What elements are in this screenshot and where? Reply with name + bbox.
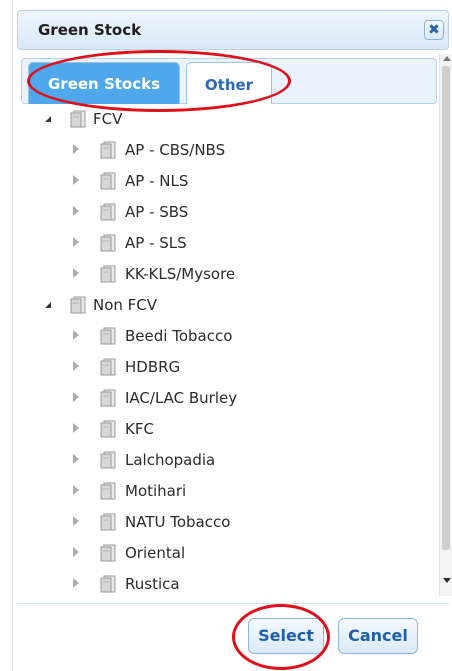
tree-node[interactable]: KK-KLS/Mysore: [33, 259, 433, 289]
cancel-button[interactable]: Cancel: [338, 618, 418, 654]
stock-tree: FCV AP - CBS/NBS AP - NLS AP - SBS AP - …: [33, 104, 437, 596]
expand-arrow-icon[interactable]: [73, 237, 79, 247]
tree-node[interactable]: Motihari: [33, 476, 433, 506]
tree-node[interactable]: AP - SLS: [33, 228, 433, 258]
expand-arrow-icon[interactable]: [73, 578, 79, 588]
tree-label: AP - SLS: [125, 234, 187, 252]
folder-icon: [99, 202, 117, 222]
folder-icon: [99, 512, 117, 532]
tab-other[interactable]: Other: [186, 62, 272, 104]
expand-arrow-icon[interactable]: [73, 485, 79, 495]
tree-node[interactable]: AP - CBS/NBS: [33, 135, 433, 165]
close-icon[interactable]: ✖: [424, 20, 444, 40]
tree-node[interactable]: Oriental: [33, 538, 433, 568]
tree-label: AP - NLS: [125, 172, 189, 190]
tree-label: Motihari: [125, 482, 187, 500]
tree-label: Rustica: [125, 575, 180, 593]
tree-label: Lalchopadia: [125, 451, 216, 469]
folder-icon: [69, 295, 87, 315]
tree-label: Beedi Tobacco: [125, 327, 233, 345]
folder-icon: [99, 450, 117, 470]
tab-green-stocks[interactable]: Green Stocks: [28, 62, 180, 104]
expand-arrow-icon[interactable]: [73, 361, 79, 371]
folder-icon: [99, 574, 117, 594]
tab-bar: Green Stocks Other: [21, 58, 437, 104]
tree-node[interactable]: Beedi Tobacco: [33, 321, 433, 351]
scrollbar-thumb[interactable]: [442, 66, 450, 550]
expand-arrow-icon[interactable]: [73, 206, 79, 216]
tree-label: HDBRG: [125, 358, 181, 376]
folder-icon: [99, 264, 117, 284]
tree-label: IAC/LAC Burley: [125, 389, 238, 407]
tree-node-non-fcv[interactable]: Non FCV: [33, 290, 433, 320]
tree-label: AP - SBS: [125, 203, 189, 221]
tree-node-fcv[interactable]: FCV: [33, 104, 433, 134]
expand-arrow-icon[interactable]: [73, 175, 79, 185]
collapse-arrow-icon[interactable]: [45, 116, 51, 122]
tree-node[interactable]: NATU Tobacco: [33, 507, 433, 537]
folder-icon: [99, 419, 117, 439]
folder-icon: [99, 326, 117, 346]
tree-node[interactable]: KFC: [33, 414, 433, 444]
folder-icon: [99, 481, 117, 501]
folder-icon: [99, 171, 117, 191]
expand-arrow-icon[interactable]: [73, 547, 79, 557]
tree-label: FCV: [93, 110, 123, 128]
green-stock-dialog: Green Stock ✖ Green Stocks Other FCV AP …: [12, 0, 452, 671]
dialog-title: Green Stock: [38, 21, 142, 39]
tree-node[interactable]: Rustica: [33, 569, 433, 596]
tree-node[interactable]: AP - NLS: [33, 166, 433, 196]
scroll-up-icon[interactable]: [443, 56, 451, 61]
dialog-titlebar[interactable]: Green Stock ✖: [17, 10, 449, 50]
tree-label: Oriental: [125, 544, 186, 562]
folder-icon: [99, 543, 117, 563]
tree-label: KFC: [125, 420, 154, 438]
tree-label: AP - CBS/NBS: [125, 141, 226, 159]
tree-node[interactable]: IAC/LAC Burley: [33, 383, 433, 413]
folder-icon: [69, 109, 87, 129]
dialog-footer: Select Cancel: [17, 603, 449, 671]
expand-arrow-icon[interactable]: [73, 454, 79, 464]
scroll-down-icon[interactable]: [443, 578, 451, 583]
folder-icon: [99, 357, 117, 377]
expand-arrow-icon[interactable]: [73, 330, 79, 340]
tree-node[interactable]: Lalchopadia: [33, 445, 433, 475]
tree-label: KK-KLS/Mysore: [125, 265, 236, 283]
tree-node[interactable]: HDBRG: [33, 352, 433, 382]
folder-icon: [99, 140, 117, 160]
folder-icon: [99, 233, 117, 253]
tree-label: Non FCV: [93, 296, 158, 314]
tree-node[interactable]: AP - SBS: [33, 197, 433, 227]
collapse-arrow-icon[interactable]: [45, 302, 51, 308]
expand-arrow-icon[interactable]: [73, 392, 79, 402]
select-button[interactable]: Select: [248, 618, 324, 654]
tree-label: NATU Tobacco: [125, 513, 231, 531]
expand-arrow-icon[interactable]: [73, 516, 79, 526]
vertical-scrollbar[interactable]: [439, 54, 452, 596]
expand-arrow-icon[interactable]: [73, 144, 79, 154]
expand-arrow-icon[interactable]: [73, 423, 79, 433]
expand-arrow-icon[interactable]: [73, 268, 79, 278]
folder-icon: [99, 388, 117, 408]
